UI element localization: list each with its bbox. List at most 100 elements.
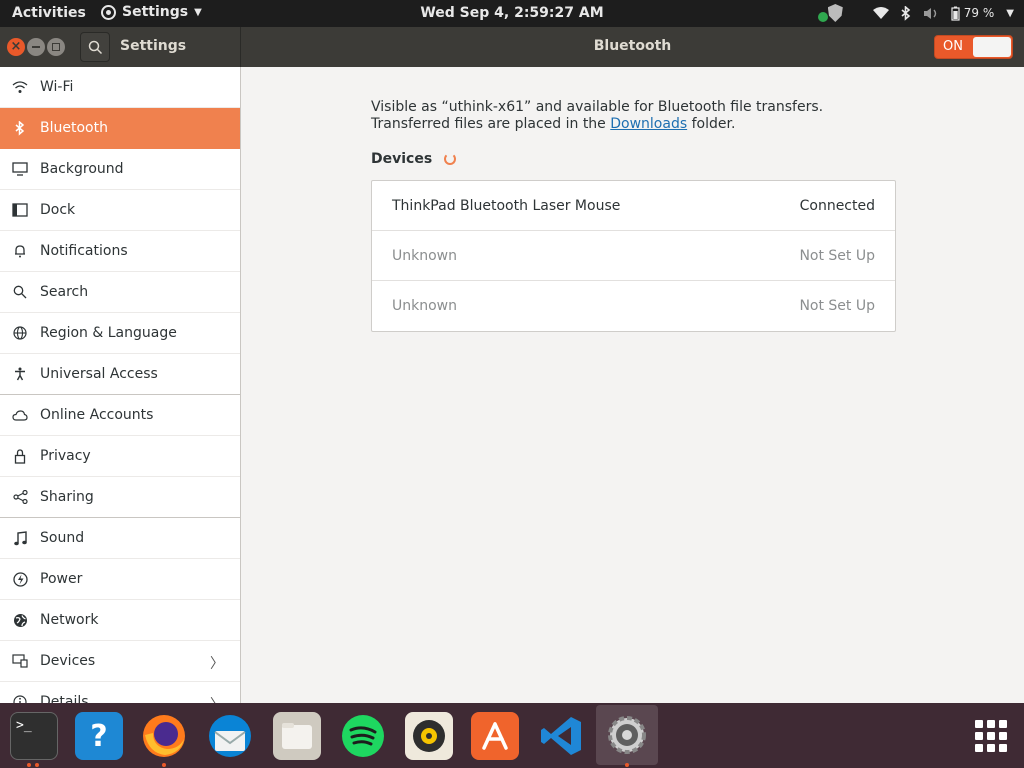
- terminal-icon[interactable]: >_: [10, 712, 58, 760]
- sidebar-item-network[interactable]: Network: [0, 600, 240, 641]
- minimize-button[interactable]: [27, 38, 45, 56]
- device-name: Unknown: [392, 247, 457, 264]
- globe-icon: [12, 325, 28, 341]
- device-name: ThinkPad Bluetooth Laser Mouse: [392, 197, 621, 214]
- sidebar-item-search[interactable]: Search: [0, 272, 240, 313]
- battery-indicator: 79 %: [951, 6, 995, 21]
- shield-status-dot: [818, 12, 828, 22]
- share-icon: [12, 489, 28, 505]
- help-icon[interactable]: ?: [75, 712, 123, 760]
- show-applications-icon[interactable]: [975, 720, 1007, 752]
- sidebar-item-privacy[interactable]: Privacy: [0, 436, 240, 477]
- visibility-description: Visible as “uthink-x61” and available fo…: [371, 99, 901, 133]
- sidebar-item-region-language[interactable]: Region & Language: [0, 313, 240, 354]
- battery-icon: [951, 6, 960, 21]
- accessibility-icon: [12, 366, 28, 382]
- downloads-link[interactable]: Downloads: [610, 116, 687, 132]
- devices-icon: [12, 653, 28, 669]
- sidebar-item-background[interactable]: Background: [0, 149, 240, 190]
- rhythmbox-icon[interactable]: [405, 712, 453, 760]
- top-bar: Activities Settings ▼ Wed Sep 4, 2:59:27…: [0, 0, 1024, 27]
- sidebar-item-label: Sound: [40, 530, 85, 546]
- lock-icon: [12, 448, 28, 464]
- device-list: ThinkPad Bluetooth Laser Mouse Connected…: [371, 180, 896, 332]
- chevron-right-icon: 〉: [210, 656, 224, 672]
- sidebar-item-label: Notifications: [40, 243, 128, 259]
- search-button[interactable]: [80, 32, 110, 62]
- device-status: Not Set Up: [799, 298, 875, 314]
- sidebar-item-label: Background: [40, 161, 124, 177]
- device-status: Not Set Up: [799, 247, 875, 264]
- sidebar-item-online-accounts[interactable]: Online Accounts: [0, 395, 240, 436]
- settings-icon: [608, 716, 646, 754]
- close-button[interactable]: ×: [7, 38, 25, 56]
- devices-heading-label: Devices: [371, 151, 433, 167]
- music-note-icon: [12, 530, 28, 546]
- wifi-icon: [12, 79, 28, 95]
- shield-icon: [827, 4, 843, 22]
- sidebar-item-label: Sharing: [40, 489, 94, 505]
- sidebar-item-bluetooth[interactable]: Bluetooth: [0, 108, 240, 149]
- software-center-icon[interactable]: [471, 712, 519, 760]
- sidebar-item-label: Universal Access: [40, 366, 158, 382]
- running-indicator: [35, 763, 39, 767]
- info-icon: [12, 694, 28, 703]
- wifi-icon: [872, 6, 889, 19]
- device-row[interactable]: Unknown Not Set Up: [372, 281, 895, 331]
- description-text: Visible as “uthink-x61” and available fo…: [371, 99, 824, 132]
- battery-percent: 79 %: [963, 6, 995, 20]
- sidebar-item-label: Search: [40, 284, 89, 300]
- running-indicator: [27, 763, 31, 767]
- spotify-icon[interactable]: [339, 712, 387, 760]
- settings-dock-item[interactable]: [596, 705, 658, 765]
- dock-icon: [12, 202, 28, 218]
- search-icon: [12, 284, 28, 300]
- window-header: × Settings Bluetooth ON: [0, 27, 1024, 67]
- maximize-button[interactable]: [47, 38, 65, 56]
- sidebar-item-label: Wi-Fi: [40, 79, 74, 95]
- sidebar-item-sharing[interactable]: Sharing: [0, 477, 240, 518]
- sidebar-item-wifi[interactable]: Wi-Fi: [0, 67, 240, 108]
- bell-icon: [12, 243, 28, 259]
- sidebar-item-label: Power: [40, 571, 83, 587]
- sidebar-item-label: Privacy: [40, 448, 91, 464]
- dock: >_ ?: [0, 703, 1024, 768]
- sidebar-item-notifications[interactable]: Notifications: [0, 231, 240, 272]
- system-tray[interactable]: 79 % ▼: [827, 4, 1014, 22]
- sidebar-item-universal-access[interactable]: Universal Access: [0, 354, 240, 395]
- device-name: Unknown: [392, 298, 457, 314]
- description-suffix: folder.: [687, 116, 736, 132]
- bluetooth-panel: Visible as “uthink-x61” and available fo…: [241, 67, 1024, 703]
- device-status: Connected: [799, 197, 875, 214]
- sidebar-item-label: Online Accounts: [40, 407, 154, 423]
- running-indicator: [625, 763, 629, 767]
- sidebar-title: Settings: [120, 38, 187, 54]
- monitor-icon: [12, 161, 28, 177]
- sidebar-item-details[interactable]: Details 〉: [0, 682, 240, 703]
- device-row[interactable]: Unknown Not Set Up: [372, 231, 895, 281]
- chevron-right-icon: 〉: [210, 694, 224, 703]
- sidebar-item-label: Details: [40, 694, 89, 703]
- settings-sidebar: Wi-Fi Bluetooth Background Dock Notifica…: [0, 67, 241, 703]
- devices-heading: Devices: [371, 151, 457, 167]
- scanning-spinner-icon: [444, 153, 457, 165]
- bluetooth-toggle[interactable]: ON: [934, 35, 1013, 59]
- search-icon: [88, 40, 103, 55]
- sidebar-item-label: Network: [40, 612, 99, 628]
- sidebar-item-dock[interactable]: Dock: [0, 190, 240, 231]
- files-icon[interactable]: [273, 712, 321, 760]
- toggle-knob: [973, 37, 1011, 57]
- network-icon: [12, 612, 28, 628]
- sidebar-item-power[interactable]: Power: [0, 559, 240, 600]
- vscode-icon[interactable]: [537, 712, 585, 760]
- cloud-icon: [12, 407, 28, 423]
- sidebar-item-devices[interactable]: Devices 〉: [0, 641, 240, 682]
- sidebar-item-label: Bluetooth: [40, 120, 108, 136]
- thunderbird-icon[interactable]: [206, 712, 254, 760]
- running-indicator: [162, 763, 166, 767]
- device-row[interactable]: ThinkPad Bluetooth Laser Mouse Connected: [372, 181, 895, 231]
- sidebar-item-sound[interactable]: Sound: [0, 518, 240, 559]
- toggle-label: ON: [943, 39, 963, 54]
- volume-icon: [923, 7, 936, 19]
- firefox-icon[interactable]: [140, 712, 188, 760]
